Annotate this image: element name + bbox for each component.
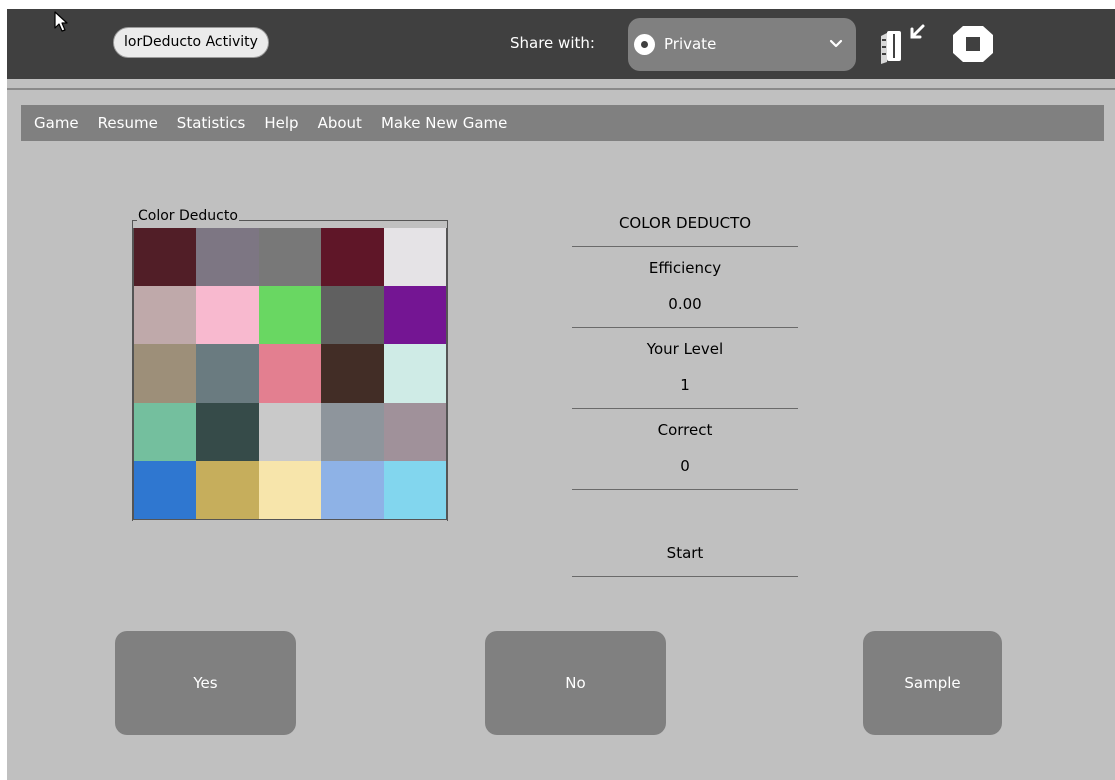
sample-button[interactable]: Sample	[863, 631, 1002, 735]
color-grid-label: Color Deducto	[137, 208, 239, 224]
no-button[interactable]: No	[485, 631, 666, 735]
color-cell	[196, 402, 259, 461]
menu-resume[interactable]: Resume	[98, 114, 158, 132]
color-cell	[134, 402, 197, 461]
level-label: Your Level	[646, 340, 724, 358]
color-cell	[134, 228, 197, 287]
menu-bar: Game Resume Statistics Help About Make N…	[21, 105, 1104, 141]
color-cell	[321, 228, 384, 287]
stats-divider	[572, 327, 798, 328]
color-cell	[258, 460, 322, 519]
correct-value: 0	[680, 457, 690, 475]
level-value: 1	[680, 376, 690, 394]
stats-panel: COLOR DEDUCTO Efficiency 0.00 Your Level…	[572, 205, 798, 580]
chevron-down-icon	[829, 39, 843, 48]
menu-about[interactable]: About	[318, 114, 362, 132]
menu-make-new-game[interactable]: Make New Game	[381, 114, 507, 132]
color-cell	[196, 460, 259, 519]
color-cell	[258, 286, 322, 345]
share-with-dropdown[interactable]: Private	[628, 18, 856, 71]
color-cell	[321, 286, 384, 345]
share-with-label: Share with:	[510, 34, 595, 52]
color-cell	[134, 344, 197, 403]
color-cell	[321, 460, 384, 519]
yes-button[interactable]: Yes	[115, 631, 296, 735]
color-grid	[133, 228, 447, 520]
color-cell	[383, 286, 446, 345]
stats-divider	[572, 576, 798, 577]
efficiency-label: Efficiency	[648, 259, 722, 277]
stats-divider	[572, 408, 798, 409]
toolbar-separator	[7, 88, 1115, 90]
activity-toolbar: lorDeducto Activity Share with: Private	[7, 9, 1115, 79]
journal-keep-icon[interactable]	[875, 22, 931, 66]
color-cell	[258, 344, 322, 403]
correct-label: Correct	[657, 421, 713, 439]
private-radio-icon	[634, 34, 655, 55]
color-cell	[196, 344, 259, 403]
color-cell	[134, 286, 197, 345]
color-cell	[258, 402, 322, 461]
activity-title-field[interactable]: lorDeducto Activity	[113, 27, 269, 58]
mouse-pointer-icon	[54, 11, 68, 32]
stats-divider	[572, 246, 798, 247]
game-title: COLOR DEDUCTO	[618, 214, 752, 232]
menu-help[interactable]: Help	[264, 114, 298, 132]
color-cell	[383, 460, 446, 519]
color-cell	[321, 344, 384, 403]
share-with-value: Private	[664, 35, 717, 53]
stop-icon[interactable]	[950, 22, 996, 66]
color-cell	[383, 344, 446, 403]
color-cell	[134, 460, 197, 519]
stats-divider	[572, 489, 798, 490]
efficiency-value: 0.00	[668, 295, 702, 313]
color-cell	[321, 402, 384, 461]
color-cell	[383, 402, 446, 461]
menu-statistics[interactable]: Statistics	[177, 114, 246, 132]
color-cell	[383, 228, 446, 287]
color-cell	[196, 228, 259, 287]
menu-game[interactable]: Game	[34, 114, 79, 132]
color-cell	[258, 228, 322, 287]
activity-window: lorDeducto Activity Share with: Private	[7, 9, 1115, 780]
stats-spacer	[572, 493, 798, 535]
color-cell	[196, 286, 259, 345]
start-button[interactable]: Start	[572, 535, 798, 571]
